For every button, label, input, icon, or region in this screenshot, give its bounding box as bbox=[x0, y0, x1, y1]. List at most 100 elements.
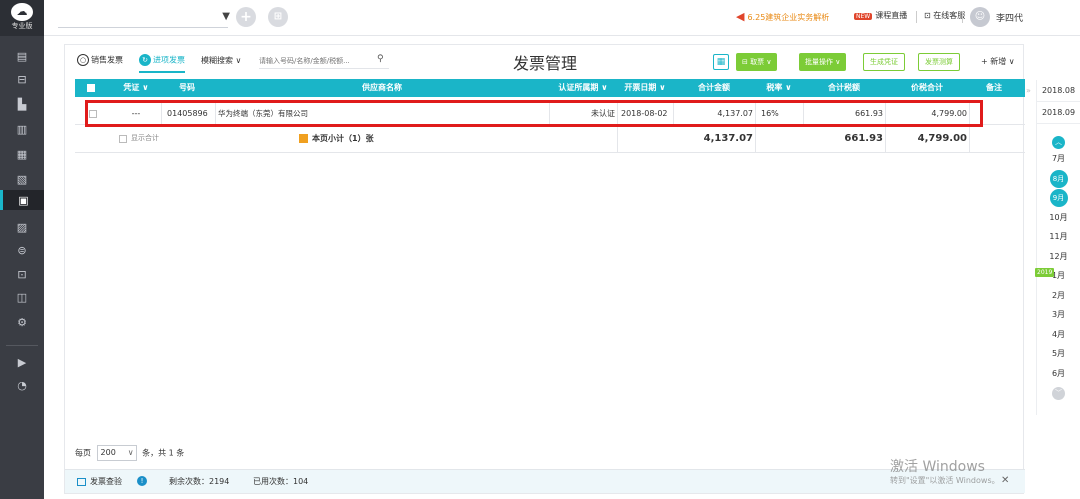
scroll-down-icon[interactable]: ﹀ bbox=[1052, 387, 1065, 400]
timeline-month-5[interactable]: 5月 bbox=[1037, 344, 1080, 364]
download-icon: ⊟ bbox=[742, 58, 751, 66]
sidebar-item-play[interactable]: ▶ bbox=[0, 352, 44, 372]
sidebar: ☁ 专业版 ▤ ⊟ ▙ ▥ ▦ ▧ ▣ ▨ ⊜ ⊡ ◫ ⚙ ▶ ◔ bbox=[0, 0, 44, 499]
page-size-value: 200 bbox=[100, 448, 116, 457]
search-input[interactable] bbox=[259, 53, 389, 69]
timeline-month-10[interactable]: 10月 bbox=[1037, 208, 1080, 228]
sidebar-item-asset[interactable]: ▨ bbox=[0, 217, 44, 237]
timeline-month-12[interactable]: 12月 bbox=[1037, 247, 1080, 267]
settings-icon: ⚙ bbox=[17, 315, 27, 329]
header-rate[interactable]: 税率 ∨ bbox=[755, 79, 803, 97]
qr-code-button[interactable]: ▦ bbox=[713, 54, 729, 70]
sidebar-item-book[interactable]: ▧ bbox=[0, 169, 44, 189]
chart-icon: ▙ bbox=[17, 97, 27, 111]
timeline-year-0[interactable]: 2018.08 bbox=[1037, 80, 1080, 102]
report-icon: ▦ bbox=[16, 147, 28, 161]
header-voucher[interactable]: 凭证 ∨ bbox=[111, 79, 161, 97]
collapse-arrow-icon[interactable]: » bbox=[1026, 86, 1031, 95]
close-icon[interactable]: ✕ bbox=[1001, 475, 1009, 486]
row-checkbox[interactable] bbox=[89, 110, 97, 118]
period-timeline: 2018.08 2018.09 ︿ 7月 8月 9月 10月 11月 12月 2… bbox=[1035, 80, 1080, 415]
cell-divider bbox=[161, 103, 162, 125]
generate-voucher-button[interactable]: 生成凭证 bbox=[863, 53, 905, 71]
timeline-month-8[interactable]: 8月 bbox=[1037, 169, 1080, 189]
sidebar-item-speed[interactable]: ◔ bbox=[0, 375, 44, 395]
timeline-month-9[interactable]: 9月 bbox=[1037, 188, 1080, 208]
sidebar-item-dashboard[interactable]: ▤ bbox=[0, 46, 44, 66]
header-period[interactable]: 认证所属期 ∨ bbox=[549, 79, 617, 97]
apps-grid-button[interactable]: ⊞ bbox=[268, 7, 288, 27]
timeline-month-label: 12月 bbox=[1049, 251, 1068, 261]
logo[interactable]: ☁ 专业版 bbox=[0, 0, 44, 36]
tab-sales-invoice[interactable]: ○ 销售发票 bbox=[77, 54, 123, 66]
invoice-calc-button[interactable]: 发票测算 bbox=[918, 53, 960, 71]
generate-voucher-label: 生成凭证 bbox=[870, 58, 898, 66]
invoice-check-link[interactable]: 发票查验 bbox=[77, 476, 122, 487]
table-row[interactable]: --- 01405896 华为终端（东莞）有限公司 未认证 2018-08-02… bbox=[75, 103, 1025, 125]
add-circle-button[interactable]: + bbox=[236, 7, 256, 27]
speed-icon: ◔ bbox=[17, 378, 27, 392]
timeline-month-label: 5月 bbox=[1051, 349, 1066, 358]
cell-amount: 4,137.07 bbox=[717, 109, 753, 118]
sidebar-item-report[interactable]: ▦ bbox=[0, 144, 44, 164]
subtotal-tax: 661.93 bbox=[844, 133, 883, 144]
timeline-month-label: 4月 bbox=[1051, 329, 1066, 339]
search-icon[interactable]: ⚲ bbox=[377, 54, 384, 64]
show-total-checkbox[interactable] bbox=[119, 135, 127, 143]
sidebar-item-chart[interactable]: ▙ bbox=[0, 94, 44, 114]
online-service-text: 在线客服 bbox=[933, 11, 966, 20]
timeline-year-1[interactable]: 2018.09 bbox=[1037, 102, 1080, 124]
page-subtotal-label: 本页小计（1）张 bbox=[299, 133, 374, 144]
windows-activation-watermark: 激活 Windows bbox=[890, 459, 985, 475]
sidebar-item-invoice[interactable]: ▣ bbox=[0, 190, 44, 210]
divider bbox=[962, 11, 963, 23]
fetch-invoice-button[interactable]: ⊟ 取票 ∨ bbox=[736, 53, 778, 71]
header-date[interactable]: 开票日期 ∨ bbox=[617, 79, 673, 97]
online-service-link[interactable]: ⊡ 在线客服 bbox=[924, 10, 965, 21]
promo-link[interactable]: ◀ 6.25建筑企业实务解析 bbox=[736, 10, 829, 23]
timeline-month-11[interactable]: 11月 bbox=[1037, 227, 1080, 247]
timeline-month-label: 8月 bbox=[1049, 169, 1068, 188]
user-name[interactable]: 李四代 bbox=[996, 11, 1023, 24]
dashboard-icon: ▤ bbox=[16, 49, 28, 63]
chevron-down-icon: ∨ bbox=[127, 448, 134, 457]
fuzzy-search-select[interactable]: 模糊搜索 ∨ bbox=[201, 55, 241, 66]
scroll-up-icon[interactable]: ︿ bbox=[1052, 136, 1065, 149]
ledger-icon: ▥ bbox=[16, 122, 28, 136]
account-set-select[interactable]: ▼ bbox=[58, 8, 230, 28]
page-subtotal-text: 本页小计（1）张 bbox=[312, 134, 374, 143]
book-icon: ▧ bbox=[16, 172, 28, 186]
cell-divider bbox=[617, 103, 618, 125]
tab-purchase-invoice[interactable]: ↻ 进项发票 bbox=[139, 54, 185, 73]
timeline-month-7[interactable]: 7月 bbox=[1037, 149, 1080, 169]
topbar: ▼ + ⊞ ◀ 6.25建筑企业实务解析 NEW 课程直播 ⊡ 在线客服 ☺ 李四代 bbox=[44, 0, 1080, 36]
sidebar-item-check[interactable]: ◫ bbox=[0, 287, 44, 307]
info-icon-wrap[interactable]: ! bbox=[137, 476, 147, 486]
live-course-link[interactable]: NEW 课程直播 bbox=[854, 10, 907, 21]
sidebar-item-salary[interactable]: ⊜ bbox=[0, 240, 44, 260]
sidebar-item-voucher[interactable]: ⊟ bbox=[0, 69, 44, 89]
cell-divider bbox=[969, 127, 970, 153]
live-badge: NEW bbox=[854, 13, 873, 20]
sidebar-item-tax[interactable]: ⊡ bbox=[0, 264, 44, 284]
timeline-month-3[interactable]: 3月 bbox=[1037, 305, 1080, 325]
windows-activation-hint: 转到"设置"以激活 Windows。 bbox=[890, 476, 1000, 485]
invoice-check-text: 发票查验 bbox=[90, 477, 122, 486]
timeline-month-label: 11月 bbox=[1049, 232, 1068, 241]
sidebar-item-ledger[interactable]: ▥ bbox=[0, 119, 44, 139]
batch-operation-button[interactable]: 批量操作 ∨ bbox=[799, 53, 847, 71]
logo-edition: 专业版 bbox=[11, 22, 33, 30]
timeline-month-1[interactable]: 2019 1月 bbox=[1035, 266, 1080, 286]
cell-divider bbox=[755, 103, 756, 125]
promo-text: 6.25建筑企业实务解析 bbox=[747, 13, 830, 22]
timeline-month-4[interactable]: 4月 bbox=[1037, 325, 1080, 345]
timeline-month-label: 7月 bbox=[1051, 154, 1066, 163]
sidebar-item-settings[interactable]: ⚙ bbox=[0, 312, 44, 332]
cell-divider bbox=[755, 127, 756, 153]
timeline-month-2[interactable]: 2月 bbox=[1037, 286, 1080, 306]
avatar[interactable]: ☺ bbox=[970, 7, 990, 27]
timeline-month-6[interactable]: 6月 bbox=[1037, 364, 1080, 384]
select-all-checkbox[interactable] bbox=[87, 84, 95, 92]
add-new-button[interactable]: + 新增 ∨ bbox=[981, 56, 1015, 67]
page-size-select[interactable]: 200 ∨ bbox=[96, 445, 137, 461]
